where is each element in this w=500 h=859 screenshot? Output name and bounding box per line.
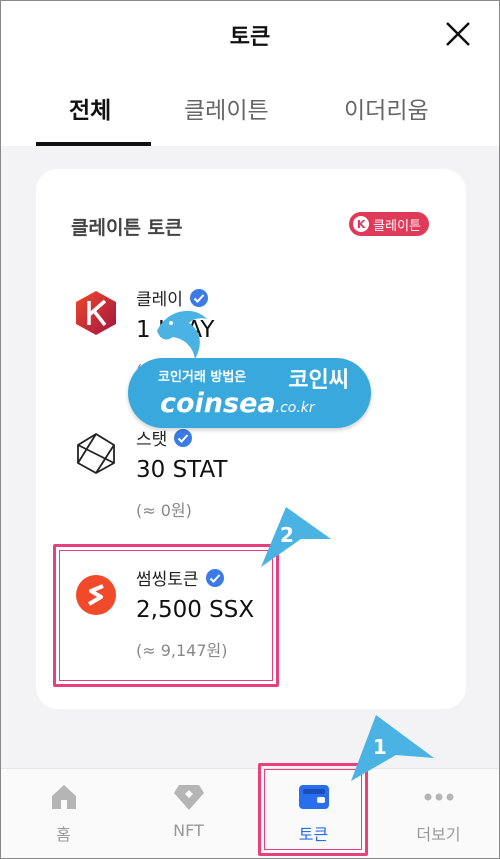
stat-logo-icon: [77, 432, 115, 475]
tab-klaytn[interactable]: 클레이튼: [184, 91, 269, 125]
token-name: 스탯: [136, 425, 193, 450]
step-2-arrow-icon: [261, 507, 331, 567]
step-1-arrow-icon: [351, 715, 434, 781]
card-title: 클레이튼 토큰: [71, 217, 183, 239]
wallet-icon: [298, 785, 329, 809]
verified-badge-icon: [205, 568, 224, 587]
token-name-text: 스탯: [136, 430, 168, 450]
nft-gem-icon: [173, 785, 204, 810]
page-title: 토큰: [229, 25, 271, 50]
active-tab-indicator: [36, 142, 151, 146]
klaytn-chip-icon: K: [353, 216, 370, 232]
token-row-stat[interactable]: 스탯 30 STAT (≈ 0원): [36, 409, 466, 549]
klaytn-chip-label: 클레이튼: [373, 218, 421, 234]
token-name: 썸씽토큰: [136, 565, 225, 590]
home-icon: [51, 785, 76, 809]
klaytn-chip: K 클레이튼: [349, 212, 429, 236]
tab-ethereum[interactable]: 이더리움: [344, 91, 429, 125]
token-name-text: 썸씽토큰: [136, 570, 199, 590]
step-1-label: 1: [373, 735, 387, 759]
token-krw-value: (≈ 0원): [136, 501, 192, 520]
nav-home[interactable]: 홈: [1, 769, 126, 859]
more-dots-icon: [424, 793, 453, 801]
verified-badge-icon: [174, 428, 193, 447]
step-2-label: 2: [280, 523, 294, 547]
tab-bar: 전체 클레이튼 이더리움: [1, 91, 499, 146]
token-amount: 30 STAT: [136, 457, 228, 483]
klay-logo-icon: [76, 291, 116, 335]
ssx-logo-icon: [76, 575, 116, 615]
tab-all[interactable]: 전체: [69, 91, 111, 125]
nav-home-label: 홈: [56, 825, 71, 844]
close-icon[interactable]: [445, 21, 471, 47]
nav-nft[interactable]: NFT: [126, 769, 251, 859]
nav-nft-label: NFT: [173, 821, 204, 840]
token-row-ssx[interactable]: 썸씽토큰 2,500 SSX (≈ 9,147원): [36, 549, 466, 689]
nav-more-label: 더보기: [416, 825, 461, 844]
token-amount: 2,500 SSX: [136, 597, 255, 623]
token-card: 클레이튼 토큰 K 클레이튼 클레이 1 KLAY (≈ 1,209원): [36, 169, 466, 709]
token-row-klay[interactable]: 클레이 1 KLAY (≈ 1,209원): [36, 269, 466, 409]
nav-token-label: 토큰: [298, 825, 329, 844]
token-krw-value: (≈ 9,147원): [136, 641, 228, 660]
dolphin-mascot-icon: [157, 310, 207, 359]
header: 토큰 전체 클레이튼 이더리움: [1, 1, 499, 146]
